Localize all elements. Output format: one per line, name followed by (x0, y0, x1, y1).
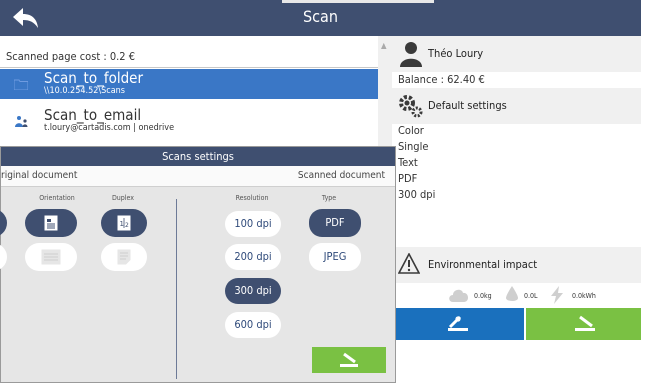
scanned-document-header: Scanned document (176, 166, 395, 186)
double-sided-icon: 1 2 (117, 215, 131, 231)
destination-address: t.loury@cartadis.com | onedrive (44, 123, 175, 133)
duplex-double-button[interactable]: 1 2 (101, 209, 147, 237)
folder-icon (14, 79, 28, 90)
scanner-icon (575, 315, 595, 331)
type-label: Type (321, 194, 337, 202)
lightning-icon (551, 286, 563, 304)
energy-value: 0.0kWh (572, 292, 596, 300)
scanner-icon (340, 352, 358, 367)
duplex-single-button[interactable] (101, 243, 147, 271)
duplex-label: Duplex (111, 194, 135, 202)
co2-value: 0.0kg (474, 292, 492, 300)
scanned-page-cost: Scanned page cost : 0.2 € (6, 50, 136, 63)
title-bar: Scan (0, 0, 641, 36)
destination-path: \\10.0.254.52\Scans (44, 86, 126, 96)
summary-pane: Théo Loury Balance : 62.40 € Default set… (392, 36, 641, 356)
portrait-page-icon (44, 215, 58, 231)
divider (0, 67, 378, 68)
resolution-option-200[interactable]: 200 dpi (225, 244, 281, 270)
water-value: 0.0L (524, 292, 538, 300)
destination-name: Scan_to_folder (44, 69, 144, 87)
water-drop-icon (506, 286, 518, 301)
type-option-jpeg[interactable]: JPEG (309, 243, 361, 271)
setting-format: PDF (398, 172, 418, 185)
landscape-orientation-button[interactable] (25, 243, 77, 271)
destination-scan-to-email[interactable]: Scan_to_email t.loury@cartadis.com | one… (0, 106, 378, 136)
balance: Balance : 62.40 € (398, 73, 485, 86)
destination-scan-to-folder[interactable]: Scan_to_folder \\10.0.254.52\Scans (0, 69, 378, 99)
setting-resolution: 300 dpi (398, 188, 436, 201)
landscape-page-icon (41, 249, 61, 265)
gray-mode-button[interactable] (0, 243, 7, 271)
setting-color: Color (398, 124, 424, 137)
resolution-option-300[interactable]: 300 dpi (225, 278, 281, 304)
color-mode-button[interactable] (0, 209, 7, 237)
setting-sides: Single (398, 140, 429, 153)
orientation-label: Orientation (39, 194, 75, 202)
environmental-impact-header: Environmental impact (392, 247, 641, 283)
scans-settings-dialog: Scans settings riginal document Scanned … (0, 146, 396, 383)
resolution-label: Resolution (235, 194, 269, 202)
gear-icon (399, 95, 423, 118)
default-settings-header: Default settings (392, 88, 641, 124)
single-sided-icon (117, 249, 131, 265)
resolution-option-600[interactable]: 600 dpi (225, 312, 281, 338)
user-header: Théo Loury (392, 36, 641, 72)
divider (1, 186, 395, 187)
user-icon (400, 42, 422, 67)
column-divider (176, 199, 177, 379)
scroll-up-icon[interactable]: ▲ (381, 41, 387, 50)
scanner-icon (448, 315, 468, 331)
start-scan-button[interactable] (526, 308, 641, 340)
environmental-impact-values: 0.0kg 0.0L 0.0kWh (392, 284, 641, 308)
default-settings-label: Default settings (428, 99, 507, 112)
type-option-pdf[interactable]: PDF (309, 209, 361, 237)
users-icon (15, 116, 28, 127)
preview-scan-button[interactable] (392, 308, 524, 340)
destination-name: Scan_to_email (44, 106, 142, 124)
setting-mode: Text (398, 156, 418, 169)
svg-text:2: 2 (125, 222, 129, 229)
title-bar-notch (282, 0, 434, 3)
co2-cloud-icon (449, 289, 469, 302)
svg-text:1: 1 (120, 220, 124, 228)
portrait-orientation-button[interactable] (25, 209, 77, 237)
apply-settings-button[interactable] (312, 347, 386, 373)
window-title: Scan (303, 7, 338, 26)
warning-icon (398, 253, 420, 274)
original-document-header: riginal document (1, 166, 176, 186)
environmental-impact-label: Environmental impact (428, 258, 538, 271)
resolution-option-100[interactable]: 100 dpi (225, 211, 281, 237)
user-name: Théo Loury (428, 47, 484, 60)
dialog-title: Scans settings (1, 147, 395, 166)
